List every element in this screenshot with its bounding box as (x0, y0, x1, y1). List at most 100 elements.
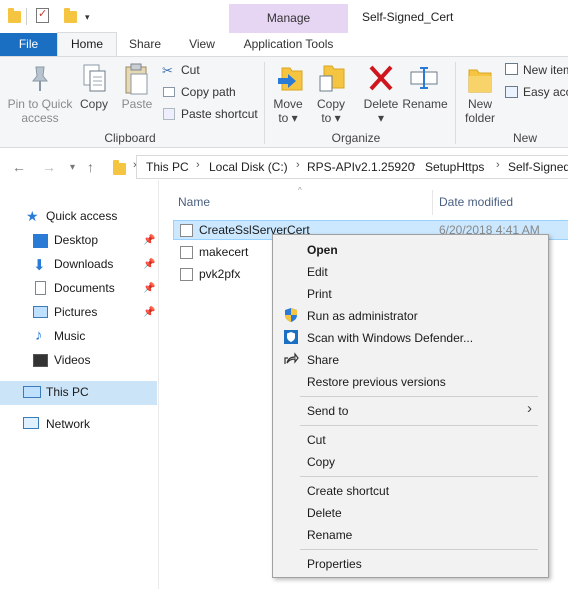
tab-home[interactable]: Home (57, 32, 117, 57)
crumb-setuphttps[interactable]: SetupHttps (425, 160, 484, 174)
copy-path-button[interactable]: Copy path (181, 85, 236, 99)
copy-to-label: Copy (316, 97, 345, 111)
crumb-rps-api[interactable]: RPS-APIv2.1.25920 (307, 160, 414, 174)
chevron-right-icon[interactable]: › (496, 159, 500, 171)
column-header-date[interactable]: Date modified (439, 195, 513, 209)
file-name[interactable]: makecert (199, 245, 248, 259)
new-folder-icon[interactable] (64, 8, 77, 23)
tab-file[interactable]: File (0, 33, 57, 56)
pictures-icon (33, 306, 48, 318)
new-item-button[interactable]: New item (523, 63, 568, 77)
forward-arrow-icon[interactable]: → (42, 159, 56, 175)
copy-icon (82, 63, 108, 95)
script-file-icon (180, 224, 193, 237)
menu-item-edit[interactable]: Edit (307, 265, 328, 279)
nav-pictures[interactable]: Pictures (54, 302, 97, 322)
pin-icon (28, 64, 52, 94)
menu-item-rename[interactable]: Rename (307, 528, 352, 542)
chevron-right-icon[interactable]: › (133, 159, 137, 171)
nav-desktop[interactable]: Desktop (54, 230, 98, 250)
menu-item-run-as-admin[interactable]: Run as administrator (307, 309, 418, 323)
nav-videos[interactable]: Videos (54, 350, 90, 370)
customize-toolbar-icon[interactable]: ▾ (85, 12, 90, 23)
menu-item-cut[interactable]: Cut (307, 433, 326, 447)
nav-downloads[interactable]: Downloads (54, 254, 113, 274)
nav-network[interactable]: Network (46, 414, 90, 434)
pin-icon[interactable]: 📌 (143, 283, 155, 294)
chevron-right-icon[interactable]: › (412, 159, 416, 171)
copy-to-icon (318, 62, 346, 94)
new-group-label: New (512, 131, 537, 145)
chevron-right-icon[interactable]: › (196, 159, 200, 171)
crumb-this-pc[interactable]: This PC (146, 160, 189, 174)
menu-item-create-shortcut[interactable]: Create shortcut (307, 484, 389, 498)
pane-divider (158, 180, 159, 589)
folder-icon[interactable] (8, 8, 21, 23)
toolbar-divider (26, 8, 27, 25)
menu-item-properties[interactable]: Properties (307, 557, 362, 571)
crumb-self-signed[interactable]: Self-Signed (508, 160, 568, 174)
music-icon: ♪ (35, 327, 43, 344)
delete-button[interactable]: Delete ▾ (360, 97, 402, 125)
properties-icon[interactable] (36, 7, 49, 23)
tab-share[interactable]: Share (123, 33, 167, 56)
column-header-name[interactable]: Name (178, 195, 210, 209)
organize-group-label: Organize (331, 131, 381, 145)
menu-item-print[interactable]: Print (307, 287, 332, 301)
nav-documents[interactable]: Documents (54, 278, 115, 298)
pin-icon[interactable]: 📌 (143, 235, 155, 246)
move-to-button[interactable]: Move to ▾ (268, 97, 308, 125)
new-folder-label: New (467, 97, 492, 111)
paste-shortcut-button[interactable]: Paste shortcut (181, 107, 258, 121)
menu-separator (300, 396, 538, 397)
nav-quick-access[interactable]: Quick access (46, 206, 117, 226)
computer-icon (23, 386, 41, 398)
copy-to-button[interactable]: Copy to ▾ (311, 97, 351, 125)
pin-label-line1: Pin to Quick (7, 97, 73, 111)
tab-application-tools[interactable]: Application Tools (229, 33, 348, 56)
pin-quick-access-button[interactable]: Pin to Quick access (4, 97, 76, 125)
cut-button[interactable]: Cut (181, 63, 200, 77)
back-arrow-icon[interactable]: ← (12, 159, 26, 175)
paste-icon (123, 62, 151, 96)
new-folder-big-icon (466, 64, 494, 94)
star-icon: ★ (26, 208, 39, 224)
up-arrow-icon[interactable]: ↑ (87, 159, 94, 175)
scissors-icon: ✂ (162, 63, 173, 78)
menu-item-restore-versions[interactable]: Restore previous versions (307, 375, 446, 389)
copy-path-icon (163, 87, 175, 97)
rename-icon (409, 64, 441, 92)
new-folder-button[interactable]: New folder (460, 97, 500, 125)
delete-x-icon (367, 63, 395, 93)
copy-button[interactable]: Copy (76, 97, 112, 111)
recent-locations-icon[interactable]: ▾ (70, 162, 75, 173)
menu-item-send-to[interactable]: Send to (307, 404, 348, 418)
file-name[interactable]: pvk2pfx (199, 267, 240, 281)
nav-music[interactable]: Music (54, 326, 85, 346)
videos-icon (33, 354, 48, 367)
menu-item-scan-defender[interactable]: Scan with Windows Defender... (307, 331, 473, 345)
chevron-right-icon: › (527, 400, 532, 417)
pin-icon[interactable]: 📌 (143, 307, 155, 318)
crumb-local-disk[interactable]: Local Disk (C:) (209, 160, 288, 174)
manage-label: Manage (266, 11, 311, 25)
chevron-right-icon[interactable]: › (296, 159, 300, 171)
menu-item-delete[interactable]: Delete (307, 506, 342, 520)
menu-item-copy[interactable]: Copy (307, 455, 335, 469)
tab-view[interactable]: View (180, 33, 224, 56)
column-divider[interactable] (432, 190, 433, 215)
nav-this-pc[interactable]: This PC (46, 382, 89, 402)
easy-access-button[interactable]: Easy acce (523, 85, 568, 99)
ribbon-divider (455, 62, 456, 144)
easy-access-icon (505, 86, 518, 98)
uac-shield-icon (283, 307, 299, 323)
paste-button[interactable]: Paste (118, 97, 156, 111)
menu-item-share[interactable]: Share (307, 353, 339, 367)
exe-file-icon (180, 268, 193, 281)
menu-item-open[interactable]: Open (307, 243, 338, 257)
defender-icon (283, 329, 299, 345)
new-folder-label-2: folder (464, 111, 496, 125)
pin-icon[interactable]: 📌 (143, 259, 155, 270)
delete-label: Delete (363, 97, 399, 111)
rename-button[interactable]: Rename (402, 97, 448, 111)
